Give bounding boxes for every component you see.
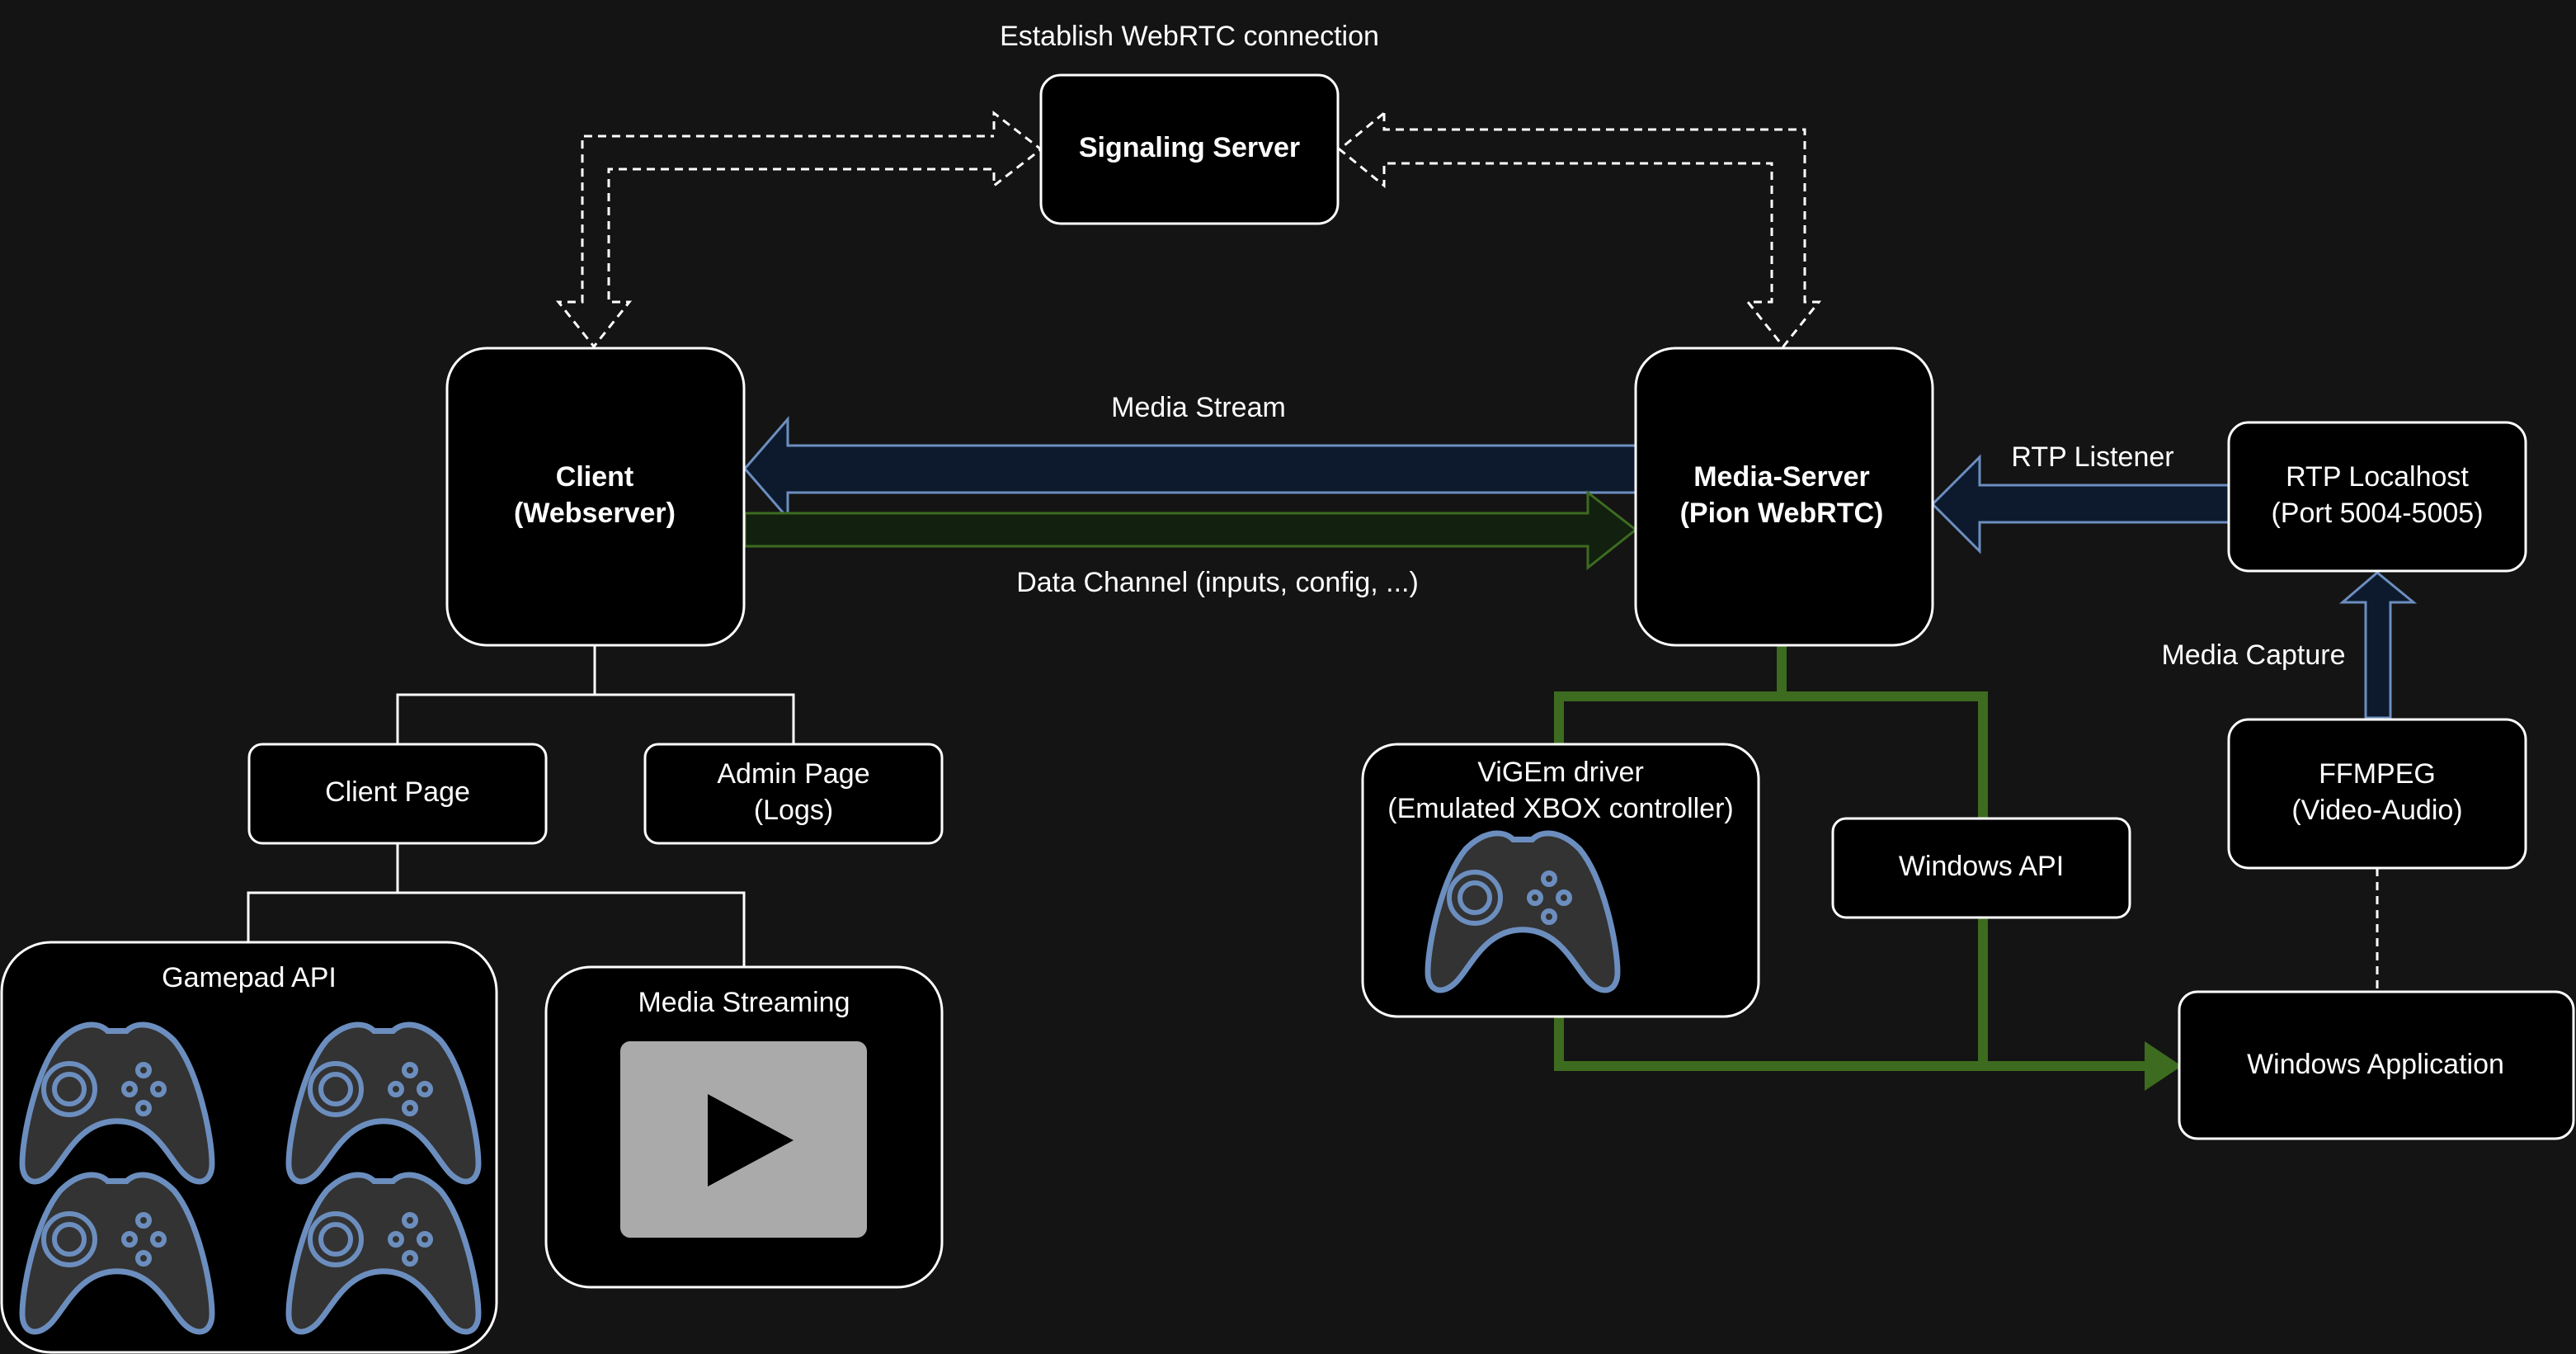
rtp-localhost-node[interactable]: RTP Localhost (Port 5004-5005) <box>2227 421 2527 573</box>
gamepad-api-label: Gamepad API <box>162 962 337 993</box>
rtp-localhost-sublabel: (Port 5004-5005) <box>2271 498 2483 529</box>
webrtc-connection-label: Establish WebRTC connection <box>1000 21 1379 52</box>
signaling-server-node[interactable]: Signaling Server <box>1039 73 1340 225</box>
media-server-label: Media-Server <box>1693 461 1870 493</box>
media-capture-arrow <box>2338 571 2418 719</box>
media-streaming-label: Media Streaming <box>638 987 850 1018</box>
ffmpeg-sublabel: (Video-Audio) <box>2291 795 2462 826</box>
windows-app-arrowhead <box>2145 1041 2182 1091</box>
media-server-sublabel: (Pion WebRTC) <box>1680 498 1884 529</box>
media-streaming-node[interactable]: Media Streaming <box>544 965 944 1289</box>
windows-api-node[interactable]: Windows API <box>1831 817 2131 919</box>
client-sublabel: (Webserver) <box>514 498 676 529</box>
data-channel-arrow <box>743 489 1638 571</box>
admin-page-node[interactable]: Admin Page (Logs) <box>643 743 944 845</box>
rtp-localhost-label: RTP Localhost <box>2286 461 2469 493</box>
vigem-node[interactable]: ViGEm driver (Emulated XBOX controller) <box>1361 743 1760 1018</box>
windows-api-label: Windows API <box>1899 851 2064 882</box>
client-label: Client <box>556 461 633 493</box>
windows-application-node[interactable]: Windows Application <box>2178 990 2575 1140</box>
client-page-node[interactable]: Client Page <box>247 743 548 845</box>
vigem-label: ViGEm driver <box>1477 757 1644 788</box>
gamepad-api-node[interactable]: Gamepad API <box>0 941 498 1354</box>
signaling-server-label: Signaling Server <box>1079 132 1300 163</box>
vigem-sublabel: (Emulated XBOX controller) <box>1387 793 1734 824</box>
admin-page-label: Admin Page <box>717 758 869 790</box>
media-stream-label: Media Stream <box>1111 392 1286 423</box>
signaling-connector-left <box>555 110 1043 349</box>
ffmpeg-node[interactable]: FFMPEG (Video-Audio) <box>2227 718 2527 870</box>
media-stream-arrow <box>743 415 1637 522</box>
windows-application-label: Windows Application <box>2247 1049 2504 1080</box>
admin-page-sublabel: (Logs) <box>754 795 833 826</box>
signaling-connector-right <box>1337 110 1822 349</box>
rtp-listener-label: RTP Listener <box>2011 441 2173 473</box>
ffmpeg-label: FFMPEG <box>2319 758 2436 790</box>
architecture-diagram: Signaling Server Client (Webserver) Medi… <box>0 21 2575 1354</box>
data-channel-label: Data Channel (inputs, config, ...) <box>1016 567 1419 598</box>
media-server-node[interactable]: Media-Server (Pion WebRTC) <box>1634 347 1934 647</box>
client-node[interactable]: Client (Webserver) <box>445 347 746 647</box>
client-page-label: Client Page <box>325 776 470 808</box>
media-capture-label: Media Capture <box>2161 639 2345 671</box>
